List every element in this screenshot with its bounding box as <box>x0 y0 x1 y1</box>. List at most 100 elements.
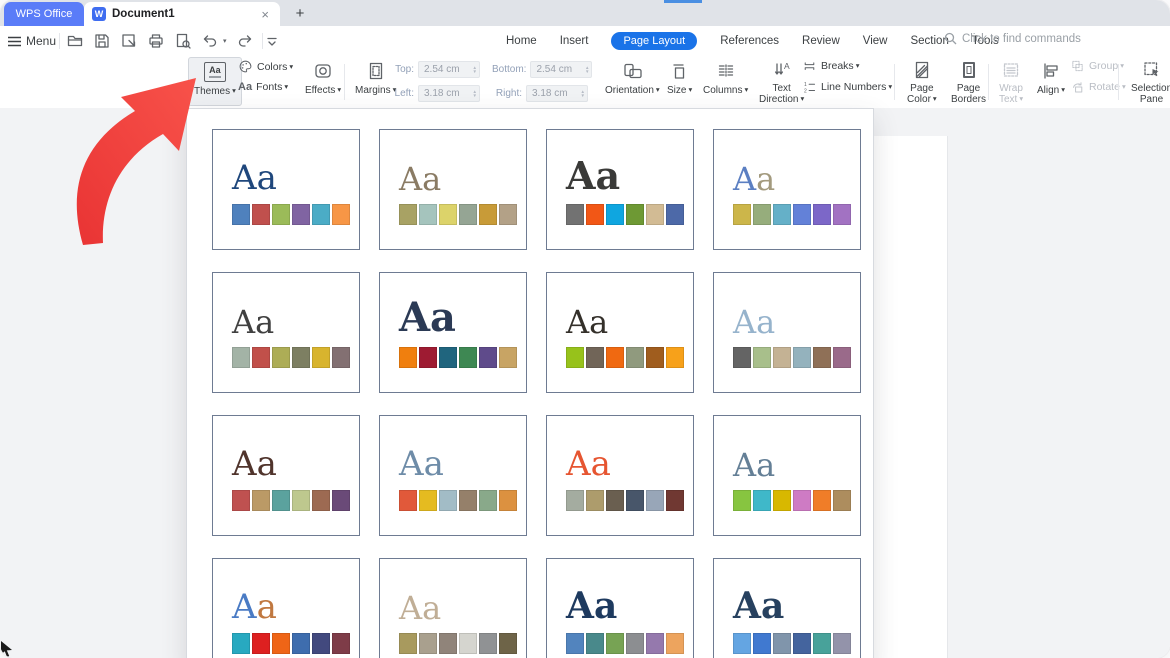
theme-card[interactable]: Aa <box>212 558 360 658</box>
selection-pane-button[interactable]: SelectionPane <box>1126 57 1170 106</box>
open-file-icon[interactable] <box>66 32 84 50</box>
theme-swatch <box>626 204 644 225</box>
line-numbers-button[interactable]: 1 2 Line Numbers <box>802 80 892 94</box>
theme-font-preview: Aa <box>566 148 693 195</box>
theme-swatch <box>773 204 791 225</box>
theme-card[interactable]: Aa <box>713 272 861 393</box>
theme-swatch <box>646 204 664 225</box>
theme-swatch <box>626 347 644 368</box>
print-preview-icon[interactable] <box>174 32 192 50</box>
theme-swatch <box>252 490 270 511</box>
save-as-icon[interactable] <box>120 32 138 50</box>
margin-bottom-input[interactable]: 2.54 cm ▲▼ <box>530 61 592 78</box>
align-label: Align <box>1037 85 1065 96</box>
theme-swatch <box>753 347 771 368</box>
undo-dropdown-caret[interactable]: ▾ <box>223 37 227 45</box>
theme-card[interactable]: Aa <box>713 415 861 536</box>
theme-font-preview: Aa <box>399 577 526 624</box>
breaks-button[interactable]: Breaks <box>802 59 892 73</box>
customize-toolbar-icon[interactable] <box>263 32 281 50</box>
group-separator <box>894 64 895 100</box>
theme-font-preview: Aa <box>566 434 693 481</box>
spinner-icon[interactable]: ▲▼ <box>473 90 477 98</box>
theme-swatch <box>813 633 831 654</box>
tab-references[interactable]: References <box>720 35 779 47</box>
theme-swatch <box>232 633 250 654</box>
line-numbers-label: Line Numbers <box>821 81 892 93</box>
theme-swatch <box>626 490 644 511</box>
orientation-button[interactable]: Orientation <box>600 57 665 106</box>
effects-icon <box>313 61 333 81</box>
theme-card[interactable]: Aa <box>713 558 861 658</box>
theme-swatch <box>606 633 624 654</box>
save-icon[interactable] <box>93 32 111 50</box>
columns-label: Columns <box>703 85 748 96</box>
theme-colors-button[interactable]: Colors <box>238 59 293 74</box>
theme-card[interactable]: Aa <box>379 558 527 658</box>
spinner-icon[interactable]: ▲▼ <box>585 66 589 74</box>
tab-review[interactable]: Review <box>802 35 840 47</box>
margin-left-label: Left: <box>394 88 414 99</box>
theme-swatch <box>332 633 350 654</box>
margin-right-label: Right: <box>492 88 522 99</box>
page-borders-button[interactable]: PageBorders <box>946 57 991 106</box>
redo-icon[interactable] <box>236 32 254 50</box>
theme-swatch <box>332 204 350 225</box>
undo-icon[interactable] <box>201 32 219 50</box>
rotate-icon <box>1070 80 1085 94</box>
align-button[interactable]: Align <box>1032 57 1070 106</box>
theme-swatch <box>252 204 270 225</box>
effects-button[interactable]: Effects <box>300 57 346 106</box>
theme-card[interactable]: Aa <box>379 272 527 393</box>
theme-swatch <box>419 347 437 368</box>
theme-swatch <box>733 347 751 368</box>
theme-card[interactable]: Aa <box>212 129 360 250</box>
print-icon[interactable] <box>147 32 165 50</box>
theme-color-strip <box>399 347 526 368</box>
tab-page-layout[interactable]: Page Layout <box>611 32 697 50</box>
group-icon <box>1070 59 1085 73</box>
margin-top-input[interactable]: 2.54 cm ▲▼ <box>418 61 480 78</box>
theme-swatch <box>332 347 350 368</box>
tab-insert[interactable]: Insert <box>560 35 589 47</box>
theme-swatch <box>646 633 664 654</box>
theme-swatch <box>399 633 417 654</box>
document-tab[interactable]: W Document1 × <box>84 2 280 26</box>
theme-fonts-button[interactable]: Aa Fonts <box>238 81 293 93</box>
theme-card[interactable]: Aa <box>379 129 527 250</box>
theme-card[interactable]: Aa <box>546 415 694 536</box>
theme-card[interactable]: Aa <box>379 415 527 536</box>
theme-swatch <box>272 490 290 511</box>
theme-card[interactable]: Aa <box>212 415 360 536</box>
margin-right-input[interactable]: 3.18 cm ▲▼ <box>526 85 588 102</box>
columns-button[interactable]: Columns <box>698 57 753 106</box>
tab-view[interactable]: View <box>863 35 888 47</box>
spinner-icon[interactable]: ▲▼ <box>473 66 477 74</box>
theme-card[interactable]: Aa <box>713 129 861 250</box>
main-menu-button[interactable]: Menu <box>8 31 56 51</box>
wps-office-tab[interactable]: WPS Office <box>4 2 84 26</box>
command-search[interactable]: Click to find commands <box>944 32 1081 45</box>
text-direction-button[interactable]: A Text Direction <box>754 57 809 106</box>
theme-swatch <box>399 204 417 225</box>
close-tab-icon[interactable]: × <box>258 7 272 22</box>
size-button[interactable]: Size <box>662 57 697 106</box>
page-borders-icon <box>959 60 979 80</box>
spinner-icon[interactable]: ▲▼ <box>581 90 585 98</box>
margin-left-input[interactable]: 3.18 cm ▲▼ <box>418 85 480 102</box>
page-color-label: PageColor <box>907 83 937 105</box>
theme-card[interactable]: Aa <box>546 272 694 393</box>
theme-options-stack: Colors Aa Fonts <box>238 59 293 93</box>
tab-home[interactable]: Home <box>506 35 537 47</box>
theme-card[interactable]: Aa <box>212 272 360 393</box>
columns-icon <box>716 61 736 81</box>
theme-card[interactable]: Aa <box>546 558 694 658</box>
theme-swatch <box>586 347 604 368</box>
wrap-text-button[interactable]: WrapText <box>994 57 1028 106</box>
theme-card[interactable]: Aa <box>546 129 694 250</box>
themes-button[interactable]: Aa Themes <box>188 57 242 106</box>
page-color-button[interactable]: PageColor <box>902 57 942 106</box>
theme-swatch <box>232 490 250 511</box>
new-tab-button[interactable]: + <box>290 3 310 23</box>
theme-swatch <box>753 633 771 654</box>
